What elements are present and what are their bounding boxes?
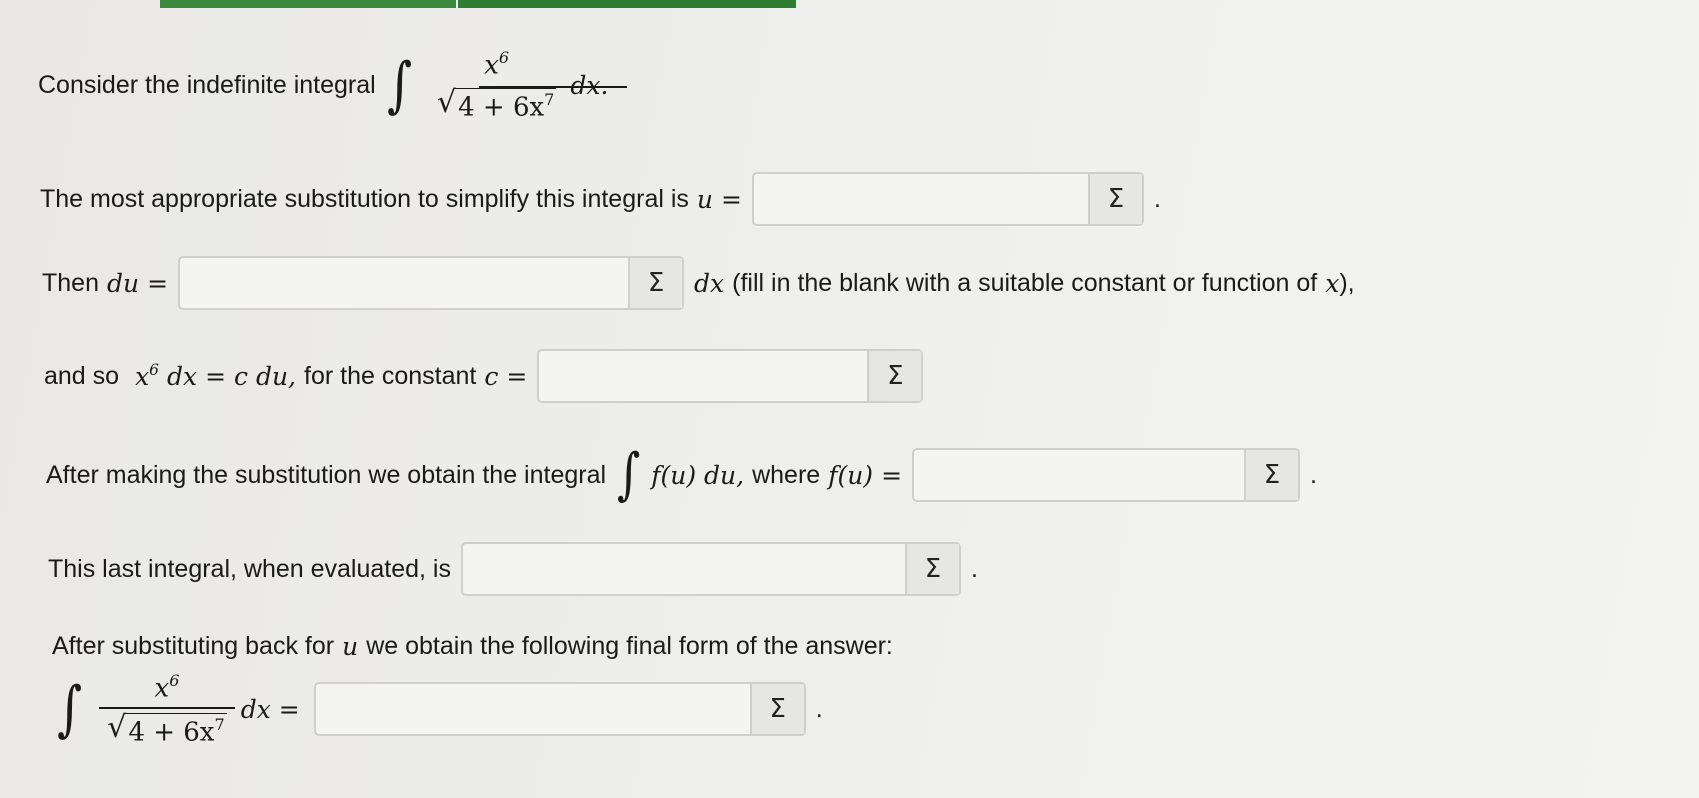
numerator: x bbox=[484, 50, 499, 80]
intro-text: Consider the indefinite integral bbox=[38, 70, 376, 99]
du-equation-editor-button[interactable]: Σ bbox=[628, 258, 683, 308]
evaluated-equation-editor-button[interactable]: Σ bbox=[905, 544, 959, 594]
final-equation-editor-button[interactable]: Σ bbox=[749, 684, 804, 734]
dx-label: dx. bbox=[570, 70, 609, 100]
c-answer-box[interactable]: Σ bbox=[537, 349, 924, 403]
final-answer-row: ∫ x6 √ 4 + 6x7 dx = Σ . bbox=[57, 670, 823, 748]
u-answer-box[interactable]: Σ bbox=[751, 172, 1144, 226]
du-input[interactable] bbox=[180, 258, 628, 308]
final-answer-box[interactable]: Σ bbox=[313, 682, 806, 736]
fu-answer-box[interactable]: Σ bbox=[912, 448, 1301, 502]
fu-row: After making the substitution we obtain … bbox=[46, 442, 1317, 507]
top-bar-left bbox=[160, 0, 456, 8]
u-input[interactable] bbox=[754, 174, 1088, 224]
du-row: Then du = Σ dx (fill in the blank with a… bbox=[42, 252, 1355, 314]
final-input[interactable] bbox=[316, 684, 750, 734]
question-intro: Consider the indefinite integral ∫ x6 √ … bbox=[38, 40, 608, 130]
evaluated-row: This last integral, when evaluated, is Σ… bbox=[48, 538, 978, 600]
du-answer-box[interactable]: Σ bbox=[178, 256, 685, 310]
fu-equation-editor-button[interactable]: Σ bbox=[1244, 450, 1299, 500]
constant-row: and so x6 dx = c du, for the constant c … bbox=[44, 345, 933, 407]
c-equation-editor-button[interactable]: Σ bbox=[867, 351, 922, 401]
substitution-row: The most appropriate substitution to sim… bbox=[40, 168, 1161, 230]
sqrt: √ 4 + 6x7 bbox=[436, 85, 557, 123]
fraction-bar bbox=[479, 86, 627, 88]
top-bar-right bbox=[458, 0, 796, 8]
evaluated-input[interactable] bbox=[463, 544, 905, 594]
back-substitute-row: After substituting back for u we obtain … bbox=[52, 631, 893, 661]
integrand-fraction: x6 √ 4 + 6x7 bbox=[436, 47, 557, 123]
fu-input[interactable] bbox=[914, 450, 1244, 500]
integral-sign-2: ∫ bbox=[616, 442, 641, 507]
final-integrand-fraction: x6 √ 4 + 6x7 bbox=[99, 671, 235, 747]
evaluated-answer-box[interactable]: Σ bbox=[461, 542, 961, 596]
integral-sign: ∫ bbox=[386, 50, 412, 120]
integral-sign-3: ∫ bbox=[57, 674, 83, 744]
u-equation-editor-button[interactable]: Σ bbox=[1087, 174, 1142, 224]
denominator: 4 + 6x bbox=[458, 92, 545, 123]
c-input[interactable] bbox=[539, 351, 867, 401]
